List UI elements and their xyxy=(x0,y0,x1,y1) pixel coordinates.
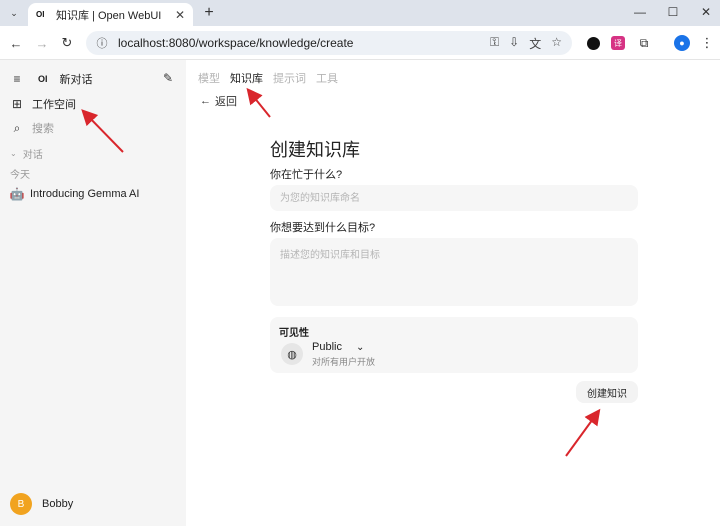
extension-dark-icon[interactable] xyxy=(585,35,601,51)
tab-tools[interactable]: 工具 xyxy=(316,70,338,86)
url-text[interactable]: localhost:8080/workspace/knowledge/creat… xyxy=(118,36,490,50)
tab-prompts[interactable]: 提示词 xyxy=(273,70,306,86)
globe-icon: ◍ xyxy=(281,343,303,365)
install-app-icon[interactable]: ⇩ xyxy=(509,35,519,52)
browser-tab-bar: ⌄ OI 知识库 | Open WebUI ✕ + — ☐ ✕ xyxy=(0,0,720,26)
tab-models[interactable]: 模型 xyxy=(198,70,220,86)
minimize-icon[interactable]: — xyxy=(630,3,650,21)
password-key-icon[interactable]: ⚿ xyxy=(490,35,499,52)
create-knowledge-button[interactable]: 创建知识 xyxy=(576,381,638,403)
visibility-select[interactable]: Public ⌄ xyxy=(312,341,364,353)
knowledge-description-textarea[interactable] xyxy=(270,238,638,306)
description-label: 你想要达到什么目标? xyxy=(270,222,376,234)
extensions-puzzle-icon[interactable]: ⧉ xyxy=(636,35,652,51)
bookmark-star-icon[interactable]: ☆ xyxy=(551,35,562,52)
forward-arrow-icon[interactable]: → xyxy=(34,35,50,51)
sidebar-search[interactable]: ⌕ 搜索 xyxy=(10,120,54,136)
back-arrow-icon[interactable]: ← xyxy=(8,35,24,51)
reload-icon[interactable]: ↻ xyxy=(59,35,75,51)
new-chat-row[interactable]: OI 新对话 xyxy=(38,71,93,87)
workspace-grid-icon: ⊞ xyxy=(11,97,23,111)
page-title: 创建知识库 xyxy=(270,140,360,160)
robot-emoji-icon: 🤖 xyxy=(9,187,25,201)
chat-item-title: Introducing Gemma AI xyxy=(30,188,140,200)
maximize-icon[interactable]: ☐ xyxy=(663,3,683,21)
edit-icon[interactable]: ✎ xyxy=(161,71,175,85)
sidebar: ≡ OI 新对话 ✎ ⊞ 工作空间 ⌕ 搜索 ⌄ 对话 今天 🤖 Introdu… xyxy=(0,60,186,526)
chat-item[interactable]: 🤖 Introducing Gemma AI xyxy=(9,187,140,201)
name-label: 你在忙于什么? xyxy=(270,169,343,181)
profile-avatar-icon[interactable]: ● xyxy=(674,35,690,51)
chats-section-header[interactable]: ⌄ 对话 xyxy=(10,146,43,161)
browser-menu-icon[interactable]: ⋮ xyxy=(699,35,715,51)
user-avatar[interactable]: B xyxy=(10,493,32,515)
back-label: 返回 xyxy=(215,96,237,108)
visibility-description: 对所有用户开放 xyxy=(312,357,376,367)
brand-logo: OI xyxy=(38,74,48,84)
tab-close-icon[interactable]: ✕ xyxy=(175,8,185,22)
back-button[interactable]: ← 返回 xyxy=(200,93,237,109)
user-menu[interactable]: B Bobby xyxy=(10,493,73,515)
open-webui-favicon: OI xyxy=(36,10,45,19)
address-bar[interactable]: ⓘ localhost:8080/workspace/knowledge/cre… xyxy=(86,31,572,55)
today-label: 今天 xyxy=(10,170,30,181)
arrow-left-icon: ← xyxy=(200,95,211,107)
knowledge-name-input[interactable] xyxy=(270,185,638,211)
window-close-icon[interactable]: ✕ xyxy=(696,3,716,21)
user-name: Bobby xyxy=(42,498,74,510)
menu-icon[interactable]: ≡ xyxy=(10,72,24,86)
visibility-title: 可见性 xyxy=(279,328,309,339)
tab-title: 知识库 | Open WebUI xyxy=(56,9,162,22)
visibility-card: 可见性 ◍ Public ⌄ 对所有用户开放 xyxy=(270,317,638,373)
sidebar-toggle[interactable]: ≡ xyxy=(10,72,24,86)
compose-button[interactable]: ✎ xyxy=(161,71,175,85)
translate-icon[interactable]: 文 xyxy=(529,35,541,52)
chevron-down-icon: ⌄ xyxy=(355,341,365,353)
search-icon: ⌕ xyxy=(13,120,21,135)
sidebar-item-workspace[interactable]: ⊞ 工作空间 xyxy=(10,96,76,112)
chats-section-label: 对话 xyxy=(22,150,43,161)
search-label: 搜索 xyxy=(32,123,54,135)
main-content: 模型 知识库 提示词 工具 ← 返回 创建知识库 你在忙于什么? 你想要达到什么… xyxy=(186,60,720,526)
chevron-down-icon: ⌄ xyxy=(10,149,17,158)
visibility-value: Public xyxy=(312,341,342,353)
browser-toolbar: ← → ↻ ⓘ localhost:8080/workspace/knowled… xyxy=(0,26,720,60)
new-tab-icon[interactable]: + xyxy=(200,4,218,22)
browser-tab-active[interactable]: OI 知识库 | Open WebUI ✕ xyxy=(28,3,193,26)
tab-search-dropdown-icon[interactable]: ⌄ xyxy=(6,5,22,21)
new-chat-label: 新对话 xyxy=(59,74,93,86)
tab-knowledge[interactable]: 知识库 xyxy=(230,70,263,86)
extension-translate-icon[interactable]: 译 xyxy=(610,35,626,51)
workspace-tabs: 模型 知识库 提示词 工具 xyxy=(198,70,338,86)
site-info-icon[interactable]: ⓘ xyxy=(94,35,110,51)
workspace-label: 工作空间 xyxy=(32,99,76,111)
